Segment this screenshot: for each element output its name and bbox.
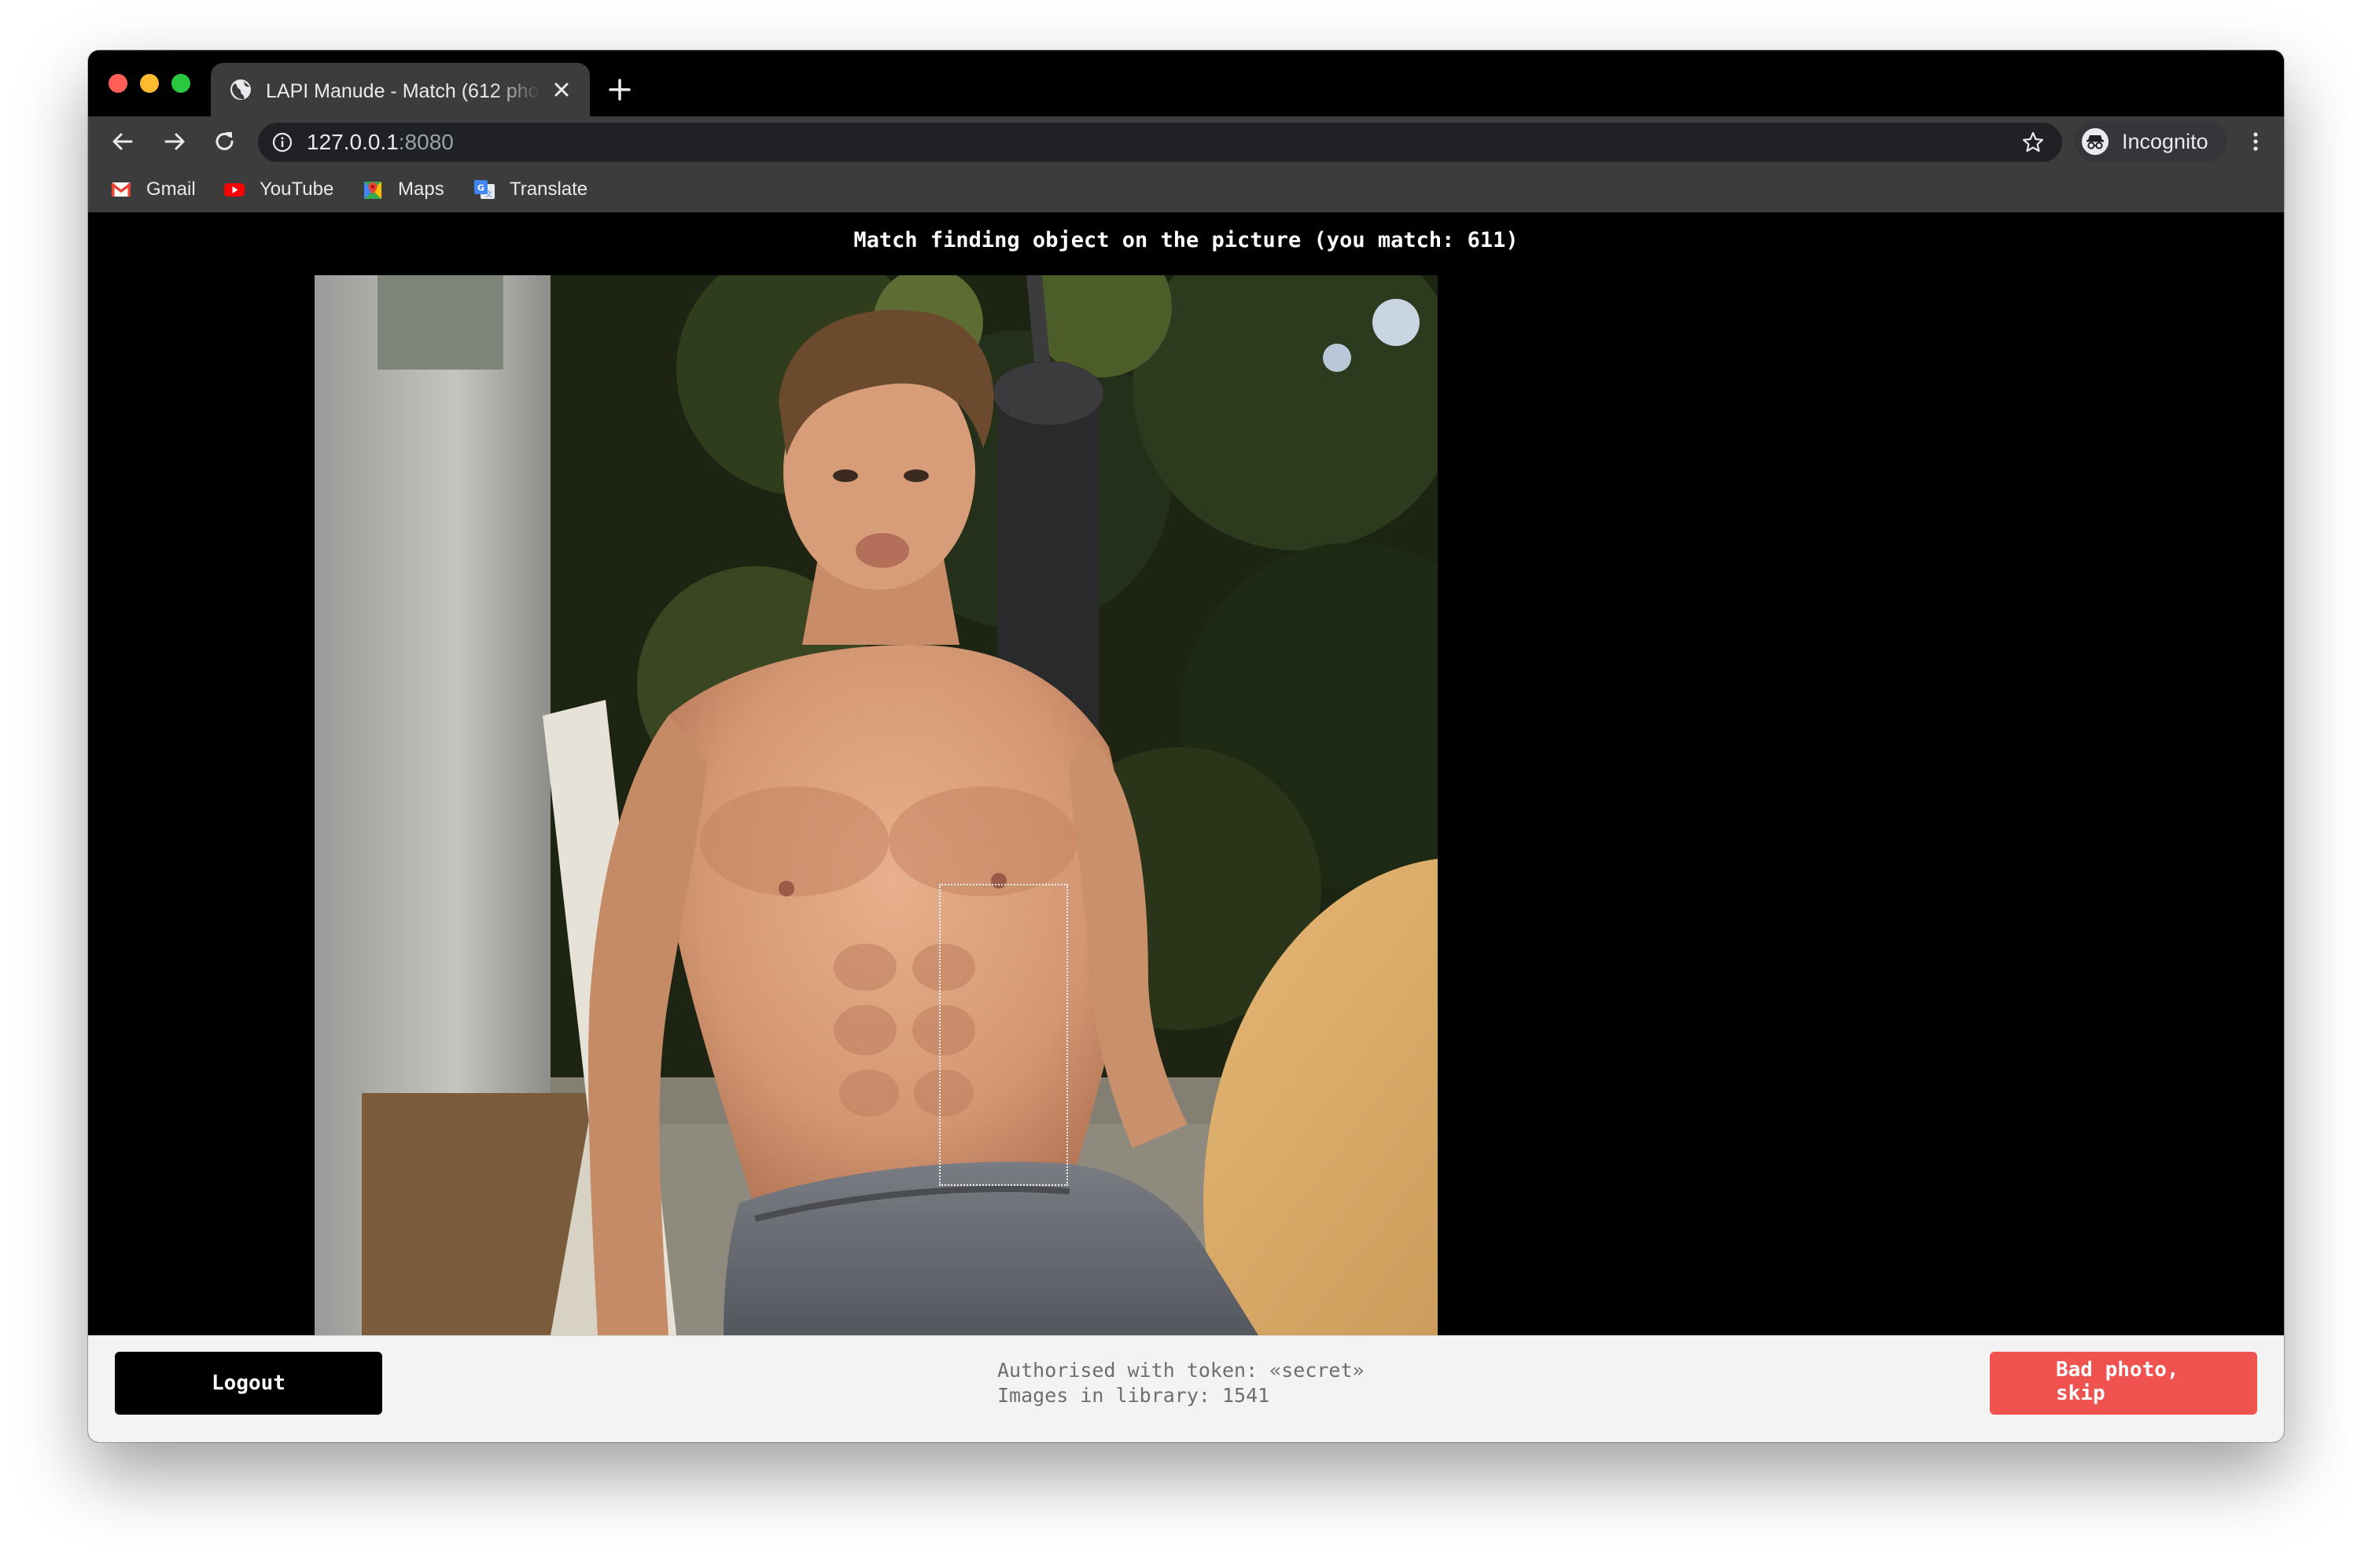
svg-text:G: G	[477, 183, 484, 193]
bookmark-gmail[interactable]: Gmail	[110, 176, 220, 203]
translate-icon: G 文	[474, 180, 495, 199]
page-title: Match finding object on the picture (you…	[853, 228, 1519, 252]
more-menu-icon[interactable]	[2241, 127, 2270, 156]
incognito-icon	[2082, 128, 2109, 155]
browser-window: LAPI Manude - Match (612 photos)	[88, 50, 2284, 1442]
bookmark-youtube[interactable]: YouTube	[223, 176, 349, 203]
incognito-profile-button[interactable]: Incognito	[2075, 121, 2227, 162]
bookmark-translate[interactable]: G 文 Translate	[473, 176, 615, 203]
url-text[interactable]: 127.0.0.1:8080	[307, 129, 454, 156]
new-tab-icon[interactable]	[606, 75, 634, 104]
photo-illustration	[315, 275, 1438, 1335]
bookmark-maps[interactable]: Maps	[362, 176, 456, 203]
bookmark-maps-label: Maps	[398, 179, 444, 200]
page-content: Match finding object on the picture (you…	[88, 212, 2284, 1442]
bookmark-translate-label: Translate	[510, 179, 588, 200]
bookmark-star-icon[interactable]	[2021, 131, 2045, 154]
svg-text:文: 文	[485, 190, 492, 199]
incognito-label: Incognito	[2122, 130, 2208, 153]
address-bar[interactable]: 127.0.0.1:8080	[258, 123, 2062, 162]
maps-icon	[364, 182, 381, 199]
auth-token-text: Authorised with token: «secret»	[997, 1359, 1365, 1382]
globe-icon	[230, 79, 251, 100]
close-window-button[interactable]	[109, 74, 127, 93]
zoom-window-button[interactable]	[171, 74, 190, 93]
back-arrow-icon[interactable]	[109, 127, 137, 156]
session-info: Authorised with token: «secret» Images i…	[997, 1358, 1365, 1408]
forward-arrow-icon[interactable]	[160, 127, 189, 156]
gmail-icon	[110, 182, 132, 197]
youtube-icon	[224, 183, 245, 197]
skip-button-label: Bad photo, skip	[2056, 1358, 2179, 1405]
bookmarks-bar: Gmail YouTube Maps G 文 Translate	[88, 167, 2284, 212]
minimize-window-button[interactable]	[140, 74, 159, 93]
browser-toolbar: 127.0.0.1:8080 Incognito	[88, 116, 2284, 167]
bookmark-youtube-label: YouTube	[260, 179, 334, 200]
match-selection-box[interactable]	[939, 884, 1068, 1186]
site-info-icon[interactable]	[272, 132, 293, 153]
logout-button[interactable]: Logout	[115, 1352, 382, 1415]
match-photo[interactable]	[315, 275, 1438, 1335]
footer-bar: Logout Authorised with token: «secret» I…	[88, 1335, 2284, 1442]
bookmark-gmail-label: Gmail	[146, 179, 196, 200]
reload-icon[interactable]	[211, 127, 239, 156]
library-count-text: Images in library: 1541	[997, 1384, 1270, 1407]
skip-bad-photo-button[interactable]: Bad photo, skip	[1990, 1352, 2257, 1415]
tab-title: LAPI Manude - Match (612 photos)	[266, 80, 541, 102]
url-host: 127.0.0.1	[307, 130, 399, 154]
url-port: :8080	[398, 130, 454, 154]
tab-strip: LAPI Manude - Match (612 photos)	[88, 50, 2284, 116]
tab-active[interactable]: LAPI Manude - Match (612 photos)	[211, 63, 590, 116]
close-tab-icon[interactable]	[551, 79, 573, 101]
